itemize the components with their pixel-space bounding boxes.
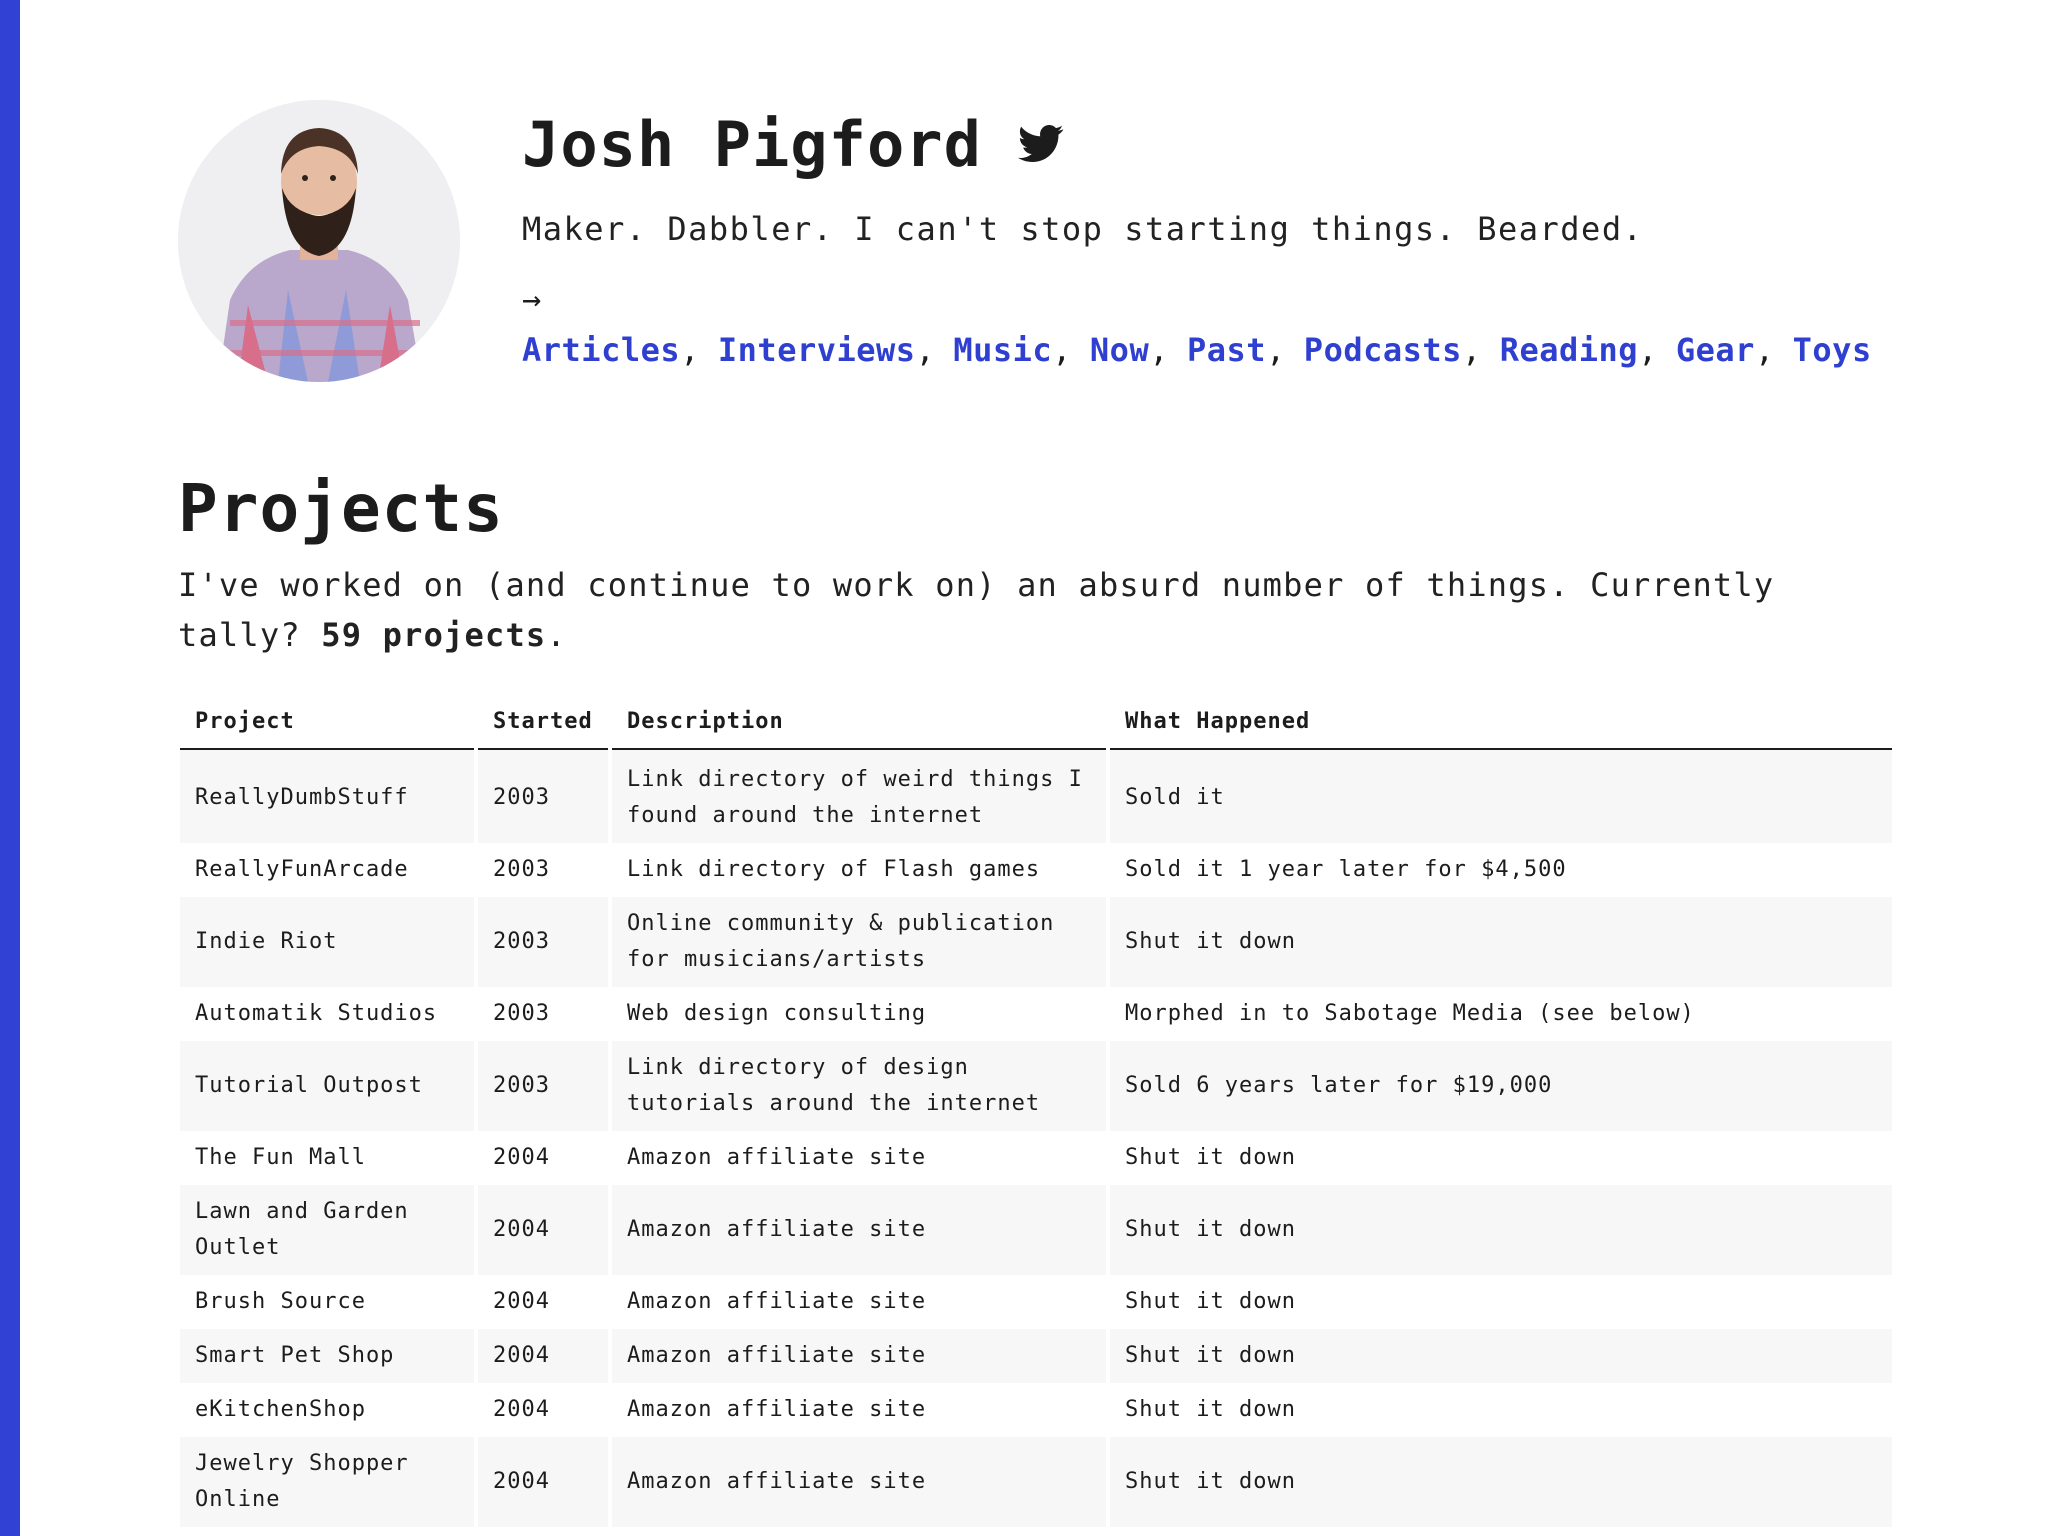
outcome-cell: Shut it down <box>1110 1329 1892 1383</box>
outcome-cell: Sold 6 years later for $19,000 <box>1110 1041 1892 1131</box>
description-cell: Amazon affiliate site <box>612 1383 1106 1437</box>
table-row: Jewelry Shopper Online 2004 Amazon affilia… <box>180 1437 1892 1527</box>
project-name-cell: Automatik Studios <box>180 987 474 1041</box>
nav-link-now[interactable]: Now <box>1090 331 1149 369</box>
projects-tally-suffix: . <box>546 616 567 654</box>
table-body: ReallyDumbStuff 2003 Link directory of wei… <box>180 750 1892 1527</box>
description-cell: Link directory of Flash games <box>612 843 1106 897</box>
project-name-cell: Smart Pet Shop <box>180 1329 474 1383</box>
started-cell: 2004 <box>478 1383 608 1437</box>
started-cell: 2004 <box>478 1275 608 1329</box>
nav-link-articles[interactable]: Articles <box>522 331 680 369</box>
table-row: Lawn and Garden Outlet 2004 Amazon affilia… <box>180 1185 1892 1275</box>
outcome-cell: Shut it down <box>1110 1437 1892 1527</box>
table-row: Brush Source 2004 Amazon affiliate site Shu… <box>180 1275 1892 1329</box>
description-cell: Amazon affiliate site <box>612 1329 1106 1383</box>
description-cell: Web design consulting <box>612 987 1106 1041</box>
projects-table-wrapper: Project Started Description What Happene… <box>180 696 1892 1527</box>
page-content: Josh Pigford Maker. Dabbler. I can't sto… <box>178 0 1892 1527</box>
profile-name: Josh Pigford <box>522 107 982 181</box>
project-name-cell: Brush Source <box>180 1275 474 1329</box>
profile-tagline: Maker. Dabbler. I can't stop starting th… <box>522 210 1644 248</box>
outcome-cell: Shut it down <box>1110 1131 1892 1185</box>
nav-separator: , <box>1266 331 1286 369</box>
description-cell: Amazon affiliate site <box>612 1131 1106 1185</box>
started-cell: 2004 <box>478 1185 608 1275</box>
column-header-project[interactable]: Project <box>180 696 474 750</box>
profile-nav: → Articles, Interviews, Music, Now, Past, Pod… <box>522 274 1871 376</box>
table-row: Indie Riot 2003 Online community & publica… <box>180 897 1892 987</box>
table-row: Smart Pet Shop 2004 Amazon affiliate site S… <box>180 1329 1892 1383</box>
nav-separator: , <box>1149 331 1169 369</box>
nav-link-toys[interactable]: Toys <box>1793 331 1872 369</box>
project-name-cell: Jewelry Shopper Online <box>180 1437 474 1527</box>
outcome-cell: Shut it down <box>1110 1185 1892 1275</box>
nav-link-music[interactable]: Music <box>953 331 1052 369</box>
projects-tally: 59 projects <box>321 616 547 654</box>
column-header-what-happened[interactable]: What Happened <box>1110 696 1892 750</box>
avatar <box>178 100 460 382</box>
table-row: ReallyFunArcade 2003 Link directory of Fla… <box>180 843 1892 897</box>
nav-link-gear[interactable]: Gear <box>1676 331 1755 369</box>
accent-sidebar-bar <box>0 0 20 1536</box>
name-row: Josh Pigford <box>522 100 1842 188</box>
nav-separator: , <box>1638 331 1658 369</box>
project-name-cell: The Fun Mall <box>180 1131 474 1185</box>
project-name-cell: Lawn and Garden Outlet <box>180 1185 474 1275</box>
table-header-row: Project Started Description What Happene… <box>180 696 1892 750</box>
twitter-icon[interactable] <box>1017 124 1064 164</box>
profile-intro: Josh Pigford Maker. Dabbler. I can't sto… <box>522 100 1871 376</box>
started-cell: 2003 <box>478 897 608 987</box>
description-cell: Link directory of weird things I found a… <box>612 750 1106 843</box>
outcome-cell: Morphed in to Sabotage Media (see below) <box>1110 987 1892 1041</box>
project-name-cell: eKitchenShop <box>180 1383 474 1437</box>
started-cell: 2004 <box>478 1329 608 1383</box>
projects-table: Project Started Description What Happene… <box>176 696 1896 1527</box>
project-name-cell: ReallyDumbStuff <box>180 750 474 843</box>
table-row: ReallyDumbStuff 2003 Link directory of wei… <box>180 750 1892 843</box>
nav-separator: , <box>1461 331 1482 369</box>
outcome-cell: Shut it down <box>1110 1275 1892 1329</box>
description-cell: Online community & publication for music… <box>612 897 1106 987</box>
table-row: Automatik Studios 2003 Web design consulti… <box>180 987 1892 1041</box>
nav-link-interviews[interactable]: Interviews <box>718 331 916 369</box>
table-row: The Fun Mall 2004 Amazon affiliate site Shu… <box>180 1131 1892 1185</box>
nav-separator: , <box>915 331 936 369</box>
project-name-cell: ReallyFunArcade <box>180 843 474 897</box>
nav-separator: , <box>1052 331 1072 369</box>
column-header-started[interactable]: Started <box>478 696 608 750</box>
description-cell: Link directory of design tutorials aroun… <box>612 1041 1106 1131</box>
avatar-portrait-image <box>178 100 460 382</box>
nav-link-past[interactable]: Past <box>1187 331 1266 369</box>
started-cell: 2003 <box>478 750 608 843</box>
started-cell: 2004 <box>478 1437 608 1527</box>
outcome-cell: Sold it 1 year later for $4,500 <box>1110 843 1892 897</box>
nav-link-reading[interactable]: Reading <box>1500 331 1638 369</box>
projects-title: Projects <box>178 470 504 547</box>
description-cell: Amazon affiliate site <box>612 1185 1106 1275</box>
started-cell: 2003 <box>478 987 608 1041</box>
description-cell: Amazon affiliate site <box>612 1437 1106 1527</box>
column-header-description[interactable]: Description <box>612 696 1106 750</box>
profile-header: Josh Pigford Maker. Dabbler. I can't sto… <box>178 0 1878 430</box>
started-cell: 2003 <box>478 1041 608 1131</box>
outcome-cell: Sold it <box>1110 750 1892 843</box>
nav-link-podcasts[interactable]: Podcasts <box>1304 331 1462 369</box>
started-cell: 2004 <box>478 1131 608 1185</box>
project-name-cell: Indie Riot <box>180 897 474 987</box>
nav-arrow: → <box>522 280 542 318</box>
table-row: eKitchenShop 2004 Amazon affiliate site Shu… <box>180 1383 1892 1437</box>
projects-description: I've worked on (and continue to work on)… <box>178 560 1878 660</box>
description-cell: Amazon affiliate site <box>612 1275 1106 1329</box>
started-cell: 2003 <box>478 843 608 897</box>
project-name-cell: Tutorial Outpost <box>180 1041 474 1131</box>
outcome-cell: Shut it down <box>1110 1383 1892 1437</box>
outcome-cell: Shut it down <box>1110 897 1892 987</box>
nav-separator: , <box>680 331 700 369</box>
nav-separator: , <box>1754 331 1775 369</box>
table-row: Tutorial Outpost 2003 Link directory of de… <box>180 1041 1892 1131</box>
